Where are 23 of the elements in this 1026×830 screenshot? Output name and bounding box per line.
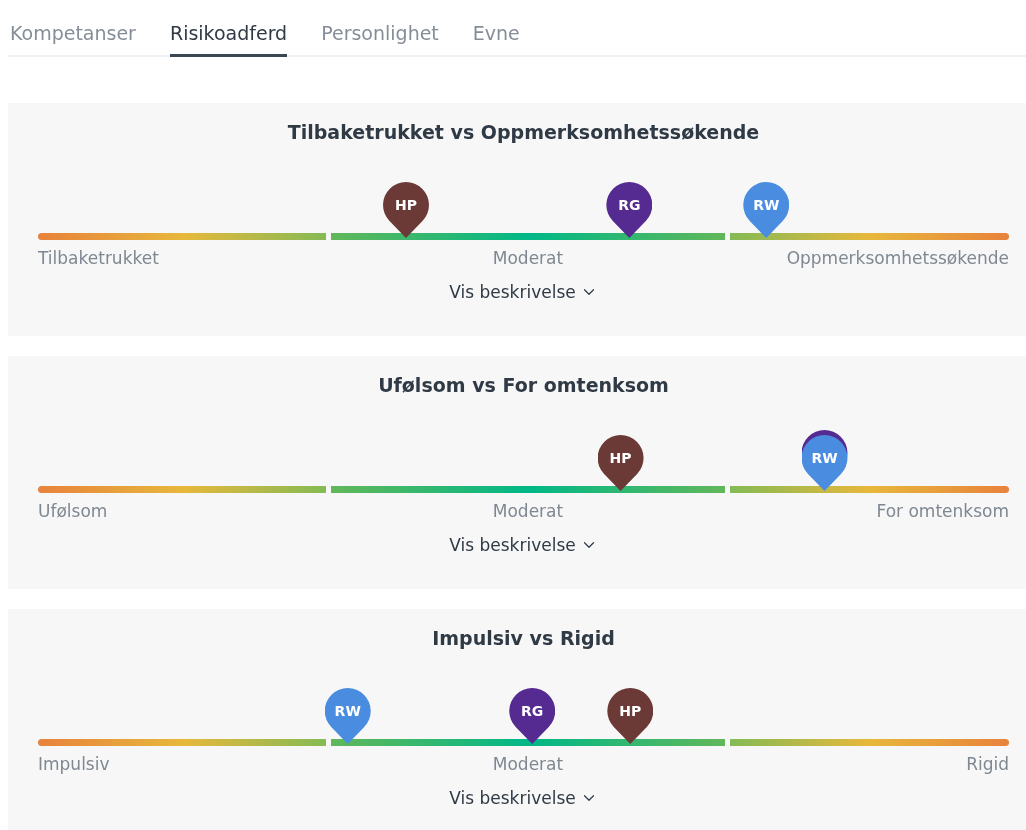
initials-pin: RG [509, 688, 556, 744]
scale-label: For omtenksom [876, 501, 1009, 521]
scale-label: Ufølsom [38, 501, 108, 521]
scale-label: Moderat [492, 754, 564, 774]
initials-pin: HP [383, 182, 429, 238]
initials-pin: HP [607, 688, 654, 744]
initials-pin: RW [324, 688, 371, 744]
scale-label: Moderat [492, 501, 564, 521]
tab[interactable]: Risikoadferd [169, 0, 288, 57]
initials-pin: RW [743, 182, 790, 238]
scale-title: Ufølsom vs For omtenksom [377, 374, 670, 396]
scale-label: Tilbaketrukket [38, 248, 159, 268]
scale-label: Moderat [492, 248, 564, 268]
scale-title: Tilbaketrukket vs Oppmerksomhetssøkende [286, 121, 761, 143]
scale-label: Oppmerksomhetssøkende [786, 248, 1009, 268]
scale-label: Impulsiv [38, 754, 110, 774]
initials-pin: HP [597, 435, 644, 491]
scale-label: Rigid [966, 754, 1009, 774]
show-description-button[interactable]: Vis beskrivelse [449, 788, 598, 808]
show-description-button[interactable]: Vis beskrivelse [449, 282, 598, 302]
scale-title: Impulsiv vs Rigid [431, 627, 616, 649]
initials-pin: RG [606, 182, 653, 238]
show-description-button[interactable]: Vis beskrivelse [449, 535, 598, 555]
